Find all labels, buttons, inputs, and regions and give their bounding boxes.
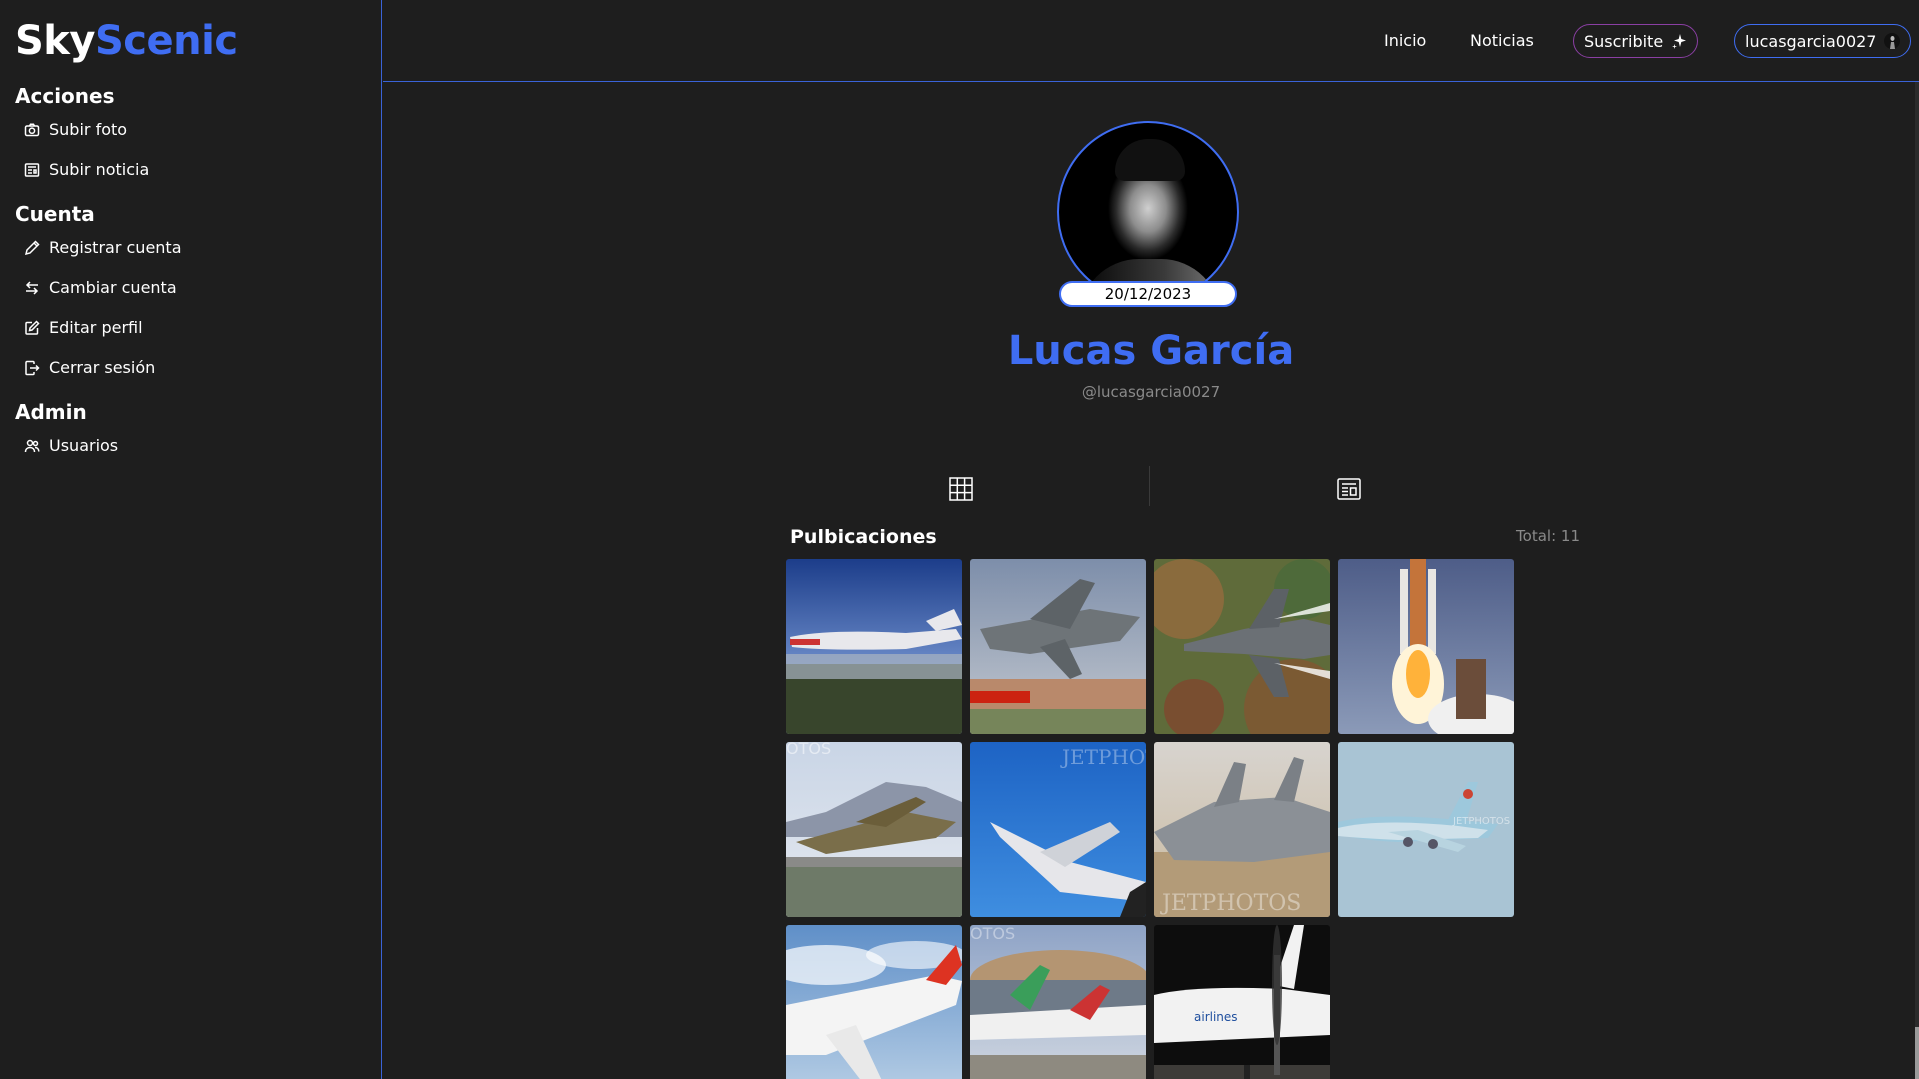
brand-part-sky: Sky xyxy=(15,18,95,64)
sidebar-item-subir-foto[interactable]: Subir foto xyxy=(24,120,127,139)
post-thumbnail[interactable]: JETPHOTOS xyxy=(1338,742,1514,917)
pen-icon xyxy=(24,239,40,255)
sidebar: SkyScenic Acciones Subir foto Subir noti… xyxy=(0,0,382,1079)
profile-page: 20/12/2023 Lucas García @lucasgarcia0027… xyxy=(383,83,1919,1079)
scrollbar-thumb[interactable] xyxy=(1915,1027,1919,1079)
sparkles-icon xyxy=(1672,34,1687,49)
sidebar-item-editar-perfil[interactable]: Editar perfil xyxy=(24,318,143,337)
section-title-acciones: Acciones xyxy=(15,84,115,108)
grid-icon xyxy=(949,477,973,501)
brand-part-scenic: Scenic xyxy=(94,18,238,64)
sidebar-item-cerrar-sesion[interactable]: Cerrar sesión xyxy=(24,358,155,377)
posts-grid: OTOS JETPHOT JETPHOTOS JETPHOTOS OTOS ai… xyxy=(786,559,1516,1079)
users-icon xyxy=(24,439,40,452)
svg-text:airlines: airlines xyxy=(1194,1010,1238,1024)
posts-total: Total: 11 xyxy=(1516,527,1580,545)
post-thumbnail[interactable]: OTOS xyxy=(970,925,1146,1079)
page-scrollbar[interactable] xyxy=(1915,82,1919,1079)
sidebar-item-label: Subir foto xyxy=(49,120,128,139)
sidebar-item-cambiar-cuenta[interactable]: Cambiar cuenta xyxy=(24,278,177,297)
profile-handle: @lucasgarcia0027 xyxy=(1081,383,1221,401)
camera-icon xyxy=(24,123,40,136)
sidebar-item-label: Registrar cuenta xyxy=(49,238,182,257)
top-navbar: Inicio Noticias Suscribite lucasgarcia00… xyxy=(383,0,1919,82)
nav-link-noticias[interactable]: Noticias xyxy=(1470,31,1534,50)
user-menu-label: lucasgarcia0027 xyxy=(1745,31,1877,51)
brand-logo[interactable]: SkyScenic xyxy=(15,18,238,64)
svg-text:JETPHOTOS: JETPHOTOS xyxy=(1160,891,1301,916)
sidebar-item-subir-noticia[interactable]: Subir noticia xyxy=(24,160,149,179)
newspaper-icon xyxy=(24,162,40,177)
post-thumbnail[interactable] xyxy=(1338,559,1514,734)
post-thumbnail[interactable]: OTOS xyxy=(786,742,962,917)
sidebar-item-registrar-cuenta[interactable]: Registrar cuenta xyxy=(24,238,182,257)
svg-text:OTOS: OTOS xyxy=(786,742,831,758)
edit-icon xyxy=(25,319,40,335)
newspaper-icon xyxy=(1337,478,1361,500)
post-thumbnail[interactable] xyxy=(970,559,1146,734)
post-thumbnail[interactable] xyxy=(786,925,962,1079)
svg-text:JETPHOTOS: JETPHOTOS xyxy=(1452,816,1510,827)
sidebar-item-label: Cambiar cuenta xyxy=(49,278,177,297)
sidebar-item-label: Editar perfil xyxy=(49,318,143,337)
svg-text:JETPHOT: JETPHOT xyxy=(1060,745,1146,769)
sidebar-item-usuarios[interactable]: Usuarios xyxy=(24,436,118,455)
post-thumbnail[interactable]: JETPHOT xyxy=(970,742,1146,917)
profile-date-badge: 20/12/2023 xyxy=(1059,281,1237,307)
post-thumbnail[interactable] xyxy=(786,559,962,734)
subscribe-label: Suscribite xyxy=(1584,31,1664,51)
profile-avatar xyxy=(1057,121,1239,303)
post-thumbnail[interactable] xyxy=(1154,559,1330,734)
tab-news[interactable] xyxy=(1336,476,1362,502)
logout-icon xyxy=(25,360,40,375)
subscribe-button[interactable]: Suscribite xyxy=(1573,24,1699,58)
user-menu-button[interactable]: lucasgarcia0027 xyxy=(1734,24,1912,58)
profile-name: Lucas García xyxy=(1007,328,1295,374)
swap-icon xyxy=(25,280,39,295)
post-thumbnail[interactable]: JETPHOTOS xyxy=(1154,742,1330,917)
sidebar-item-label: Usuarios xyxy=(49,436,119,455)
sidebar-item-label: Subir noticia xyxy=(49,160,150,179)
post-thumbnail[interactable]: airlines xyxy=(1154,925,1330,1079)
sidebar-item-label: Cerrar sesión xyxy=(49,358,156,377)
tab-divider xyxy=(1149,466,1150,506)
section-title-admin: Admin xyxy=(15,400,87,424)
posts-title: Pulbicaciones xyxy=(790,526,937,548)
tab-photos-grid[interactable] xyxy=(948,476,974,502)
svg-text:OTOS: OTOS xyxy=(970,925,1015,943)
nav-link-inicio[interactable]: Inicio xyxy=(1384,31,1426,50)
section-title-cuenta: Cuenta xyxy=(15,202,95,226)
user-avatar-icon xyxy=(1884,33,1901,49)
